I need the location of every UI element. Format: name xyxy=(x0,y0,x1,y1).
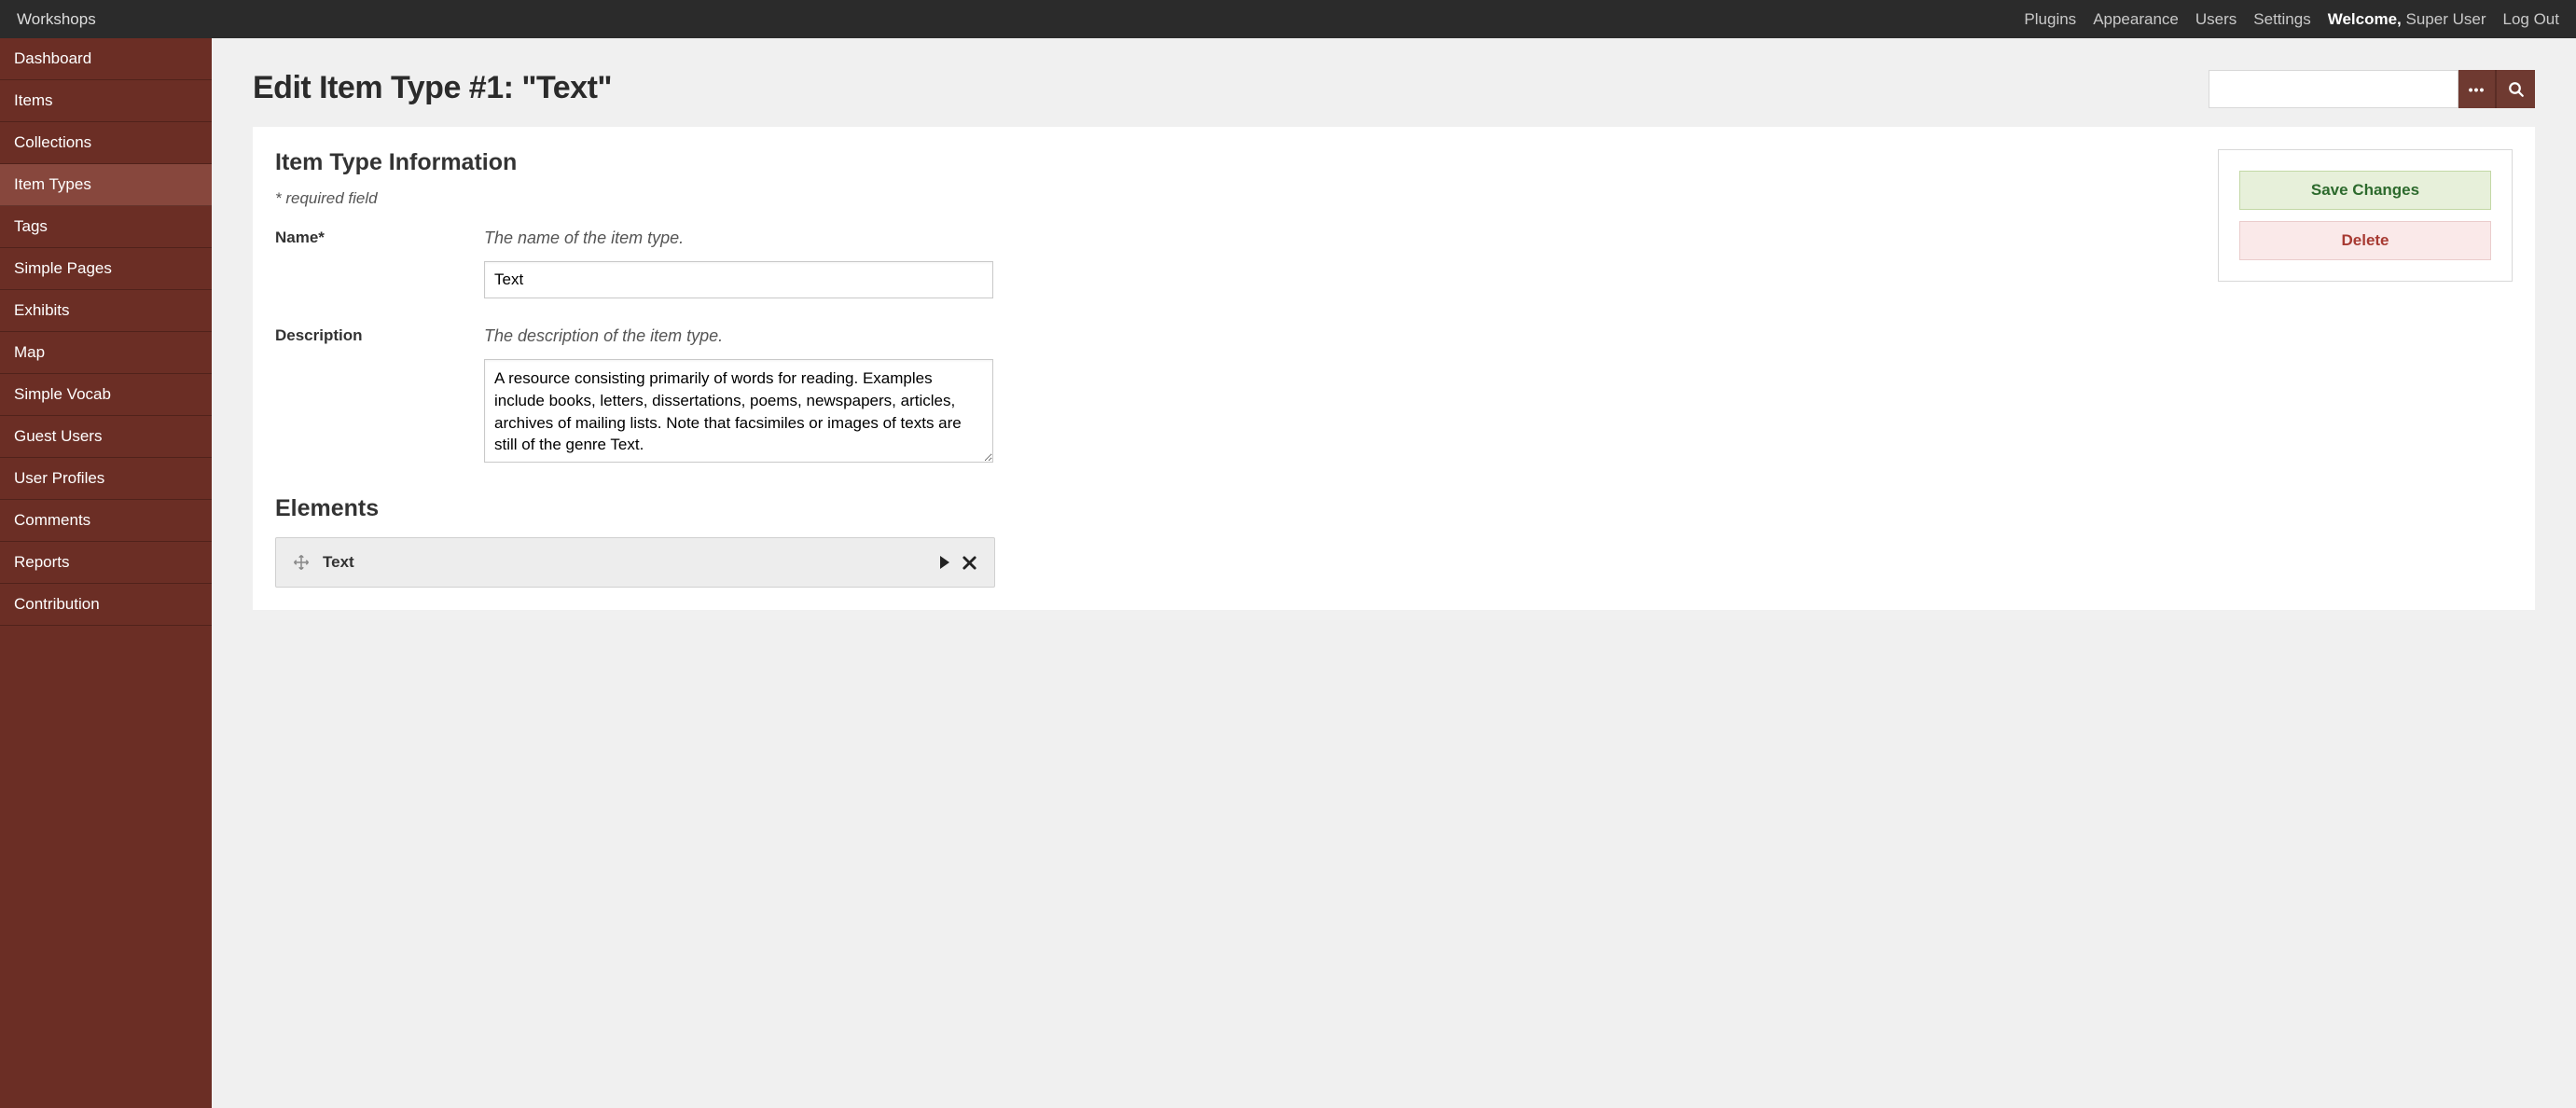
utility-nav: Plugins Appearance Users Settings Welcom… xyxy=(2024,10,2559,29)
sidebar-item-tags[interactable]: Tags xyxy=(0,206,212,248)
save-button[interactable]: Save Changes xyxy=(2239,171,2491,210)
sidebar-item-simple-vocab[interactable]: Simple Vocab xyxy=(0,374,212,416)
welcome-text: Welcome, Super User xyxy=(2328,10,2486,29)
description-help: The description of the item type. xyxy=(484,326,2192,346)
sidebar-item-contribution[interactable]: Contribution xyxy=(0,584,212,626)
nav-appearance[interactable]: Appearance xyxy=(2093,10,2179,29)
description-label: Description xyxy=(275,326,462,467)
element-row: Text xyxy=(275,537,995,588)
sidebar-item-reports[interactable]: Reports xyxy=(0,542,212,584)
sidebar-item-items[interactable]: Items xyxy=(0,80,212,122)
search-input[interactable] xyxy=(2209,70,2458,108)
drag-handle-icon[interactable] xyxy=(293,554,310,571)
remove-icon[interactable] xyxy=(962,555,977,571)
required-note: * required field xyxy=(275,189,2192,208)
nav-logout[interactable]: Log Out xyxy=(2503,10,2560,29)
delete-button[interactable]: Delete xyxy=(2239,221,2491,260)
brand-link[interactable]: Workshops xyxy=(17,10,96,29)
sidebar-item-collections[interactable]: Collections xyxy=(0,122,212,164)
name-input[interactable] xyxy=(484,261,993,298)
description-textarea[interactable]: A resource consisting primarily of words… xyxy=(484,359,993,463)
sidebar-item-user-profiles[interactable]: User Profiles xyxy=(0,458,212,500)
ellipsis-icon: ••• xyxy=(2469,82,2486,97)
actions-box: Save Changes Delete xyxy=(2218,149,2513,282)
name-label: Name* xyxy=(275,229,462,298)
sidebar: Dashboard Items Collections Item Types T… xyxy=(0,38,212,1108)
sidebar-item-map[interactable]: Map xyxy=(0,332,212,374)
sidebar-actions: Save Changes Delete xyxy=(2218,149,2513,282)
search-icon xyxy=(2508,81,2525,98)
element-label: Text xyxy=(323,553,926,572)
nav-users[interactable]: Users xyxy=(2195,10,2237,29)
sidebar-item-dashboard[interactable]: Dashboard xyxy=(0,38,212,80)
topbar: Workshops Plugins Appearance Users Setti… xyxy=(0,0,2576,38)
form-main: Item Type Information * required field N… xyxy=(275,149,2192,588)
search-submit-button[interactable] xyxy=(2497,70,2535,108)
welcome-user-link[interactable]: Super User xyxy=(2406,10,2486,28)
sidebar-item-comments[interactable]: Comments xyxy=(0,500,212,542)
sidebar-item-item-types[interactable]: Item Types xyxy=(0,164,212,206)
nav-plugins[interactable]: Plugins xyxy=(2024,10,2076,29)
page-title: Edit Item Type #1: "Text" xyxy=(253,70,612,106)
sidebar-item-guest-users[interactable]: Guest Users xyxy=(0,416,212,458)
content-panel: Item Type Information * required field N… xyxy=(253,127,2535,610)
sidebar-item-simple-pages[interactable]: Simple Pages xyxy=(0,248,212,290)
expand-icon[interactable] xyxy=(939,556,950,569)
name-help: The name of the item type. xyxy=(484,229,2192,248)
sidebar-item-exhibits[interactable]: Exhibits xyxy=(0,290,212,332)
main-content: Edit Item Type #1: "Text" ••• Item Type … xyxy=(212,38,2576,1108)
nav-settings[interactable]: Settings xyxy=(2253,10,2310,29)
search-group: ••• xyxy=(2209,70,2535,108)
elements-title: Elements xyxy=(275,495,2192,522)
search-advanced-button[interactable]: ••• xyxy=(2458,70,2497,108)
welcome-label: Welcome, xyxy=(2328,10,2402,28)
section-title: Item Type Information xyxy=(275,149,2192,176)
field-description: Description The description of the item … xyxy=(275,326,2192,467)
field-name: Name* The name of the item type. xyxy=(275,229,2192,298)
